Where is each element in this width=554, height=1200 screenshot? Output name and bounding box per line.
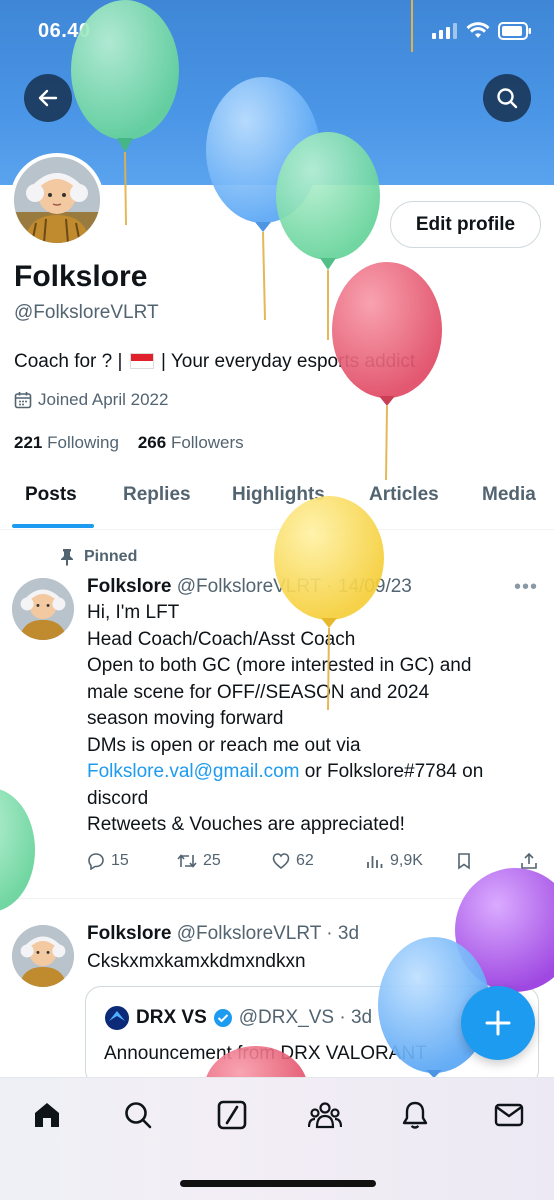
nav-grok[interactable] <box>215 1098 249 1132</box>
plus-icon <box>485 1010 511 1036</box>
grok-icon <box>217 1100 247 1130</box>
balloon <box>205 1046 307 1080</box>
home-icon <box>35 1103 59 1127</box>
nav-notifications[interactable] <box>398 1098 432 1132</box>
nav-messages[interactable] <box>492 1098 526 1132</box>
bell-icon <box>402 1101 428 1129</box>
nav-communities[interactable] <box>308 1098 342 1132</box>
balloon <box>274 496 384 711</box>
communities-icon <box>308 1102 342 1129</box>
mail-icon <box>494 1103 524 1127</box>
compose-button[interactable] <box>461 986 535 1060</box>
search-icon <box>125 1102 152 1129</box>
birthday-balloons-overlay <box>0 0 554 1080</box>
balloon <box>332 262 442 481</box>
nav-explore[interactable] <box>121 1098 155 1132</box>
balloon <box>0 789 35 911</box>
home-indicator[interactable] <box>180 1180 376 1187</box>
balloon <box>71 0 179 226</box>
nav-home[interactable] <box>30 1098 64 1132</box>
